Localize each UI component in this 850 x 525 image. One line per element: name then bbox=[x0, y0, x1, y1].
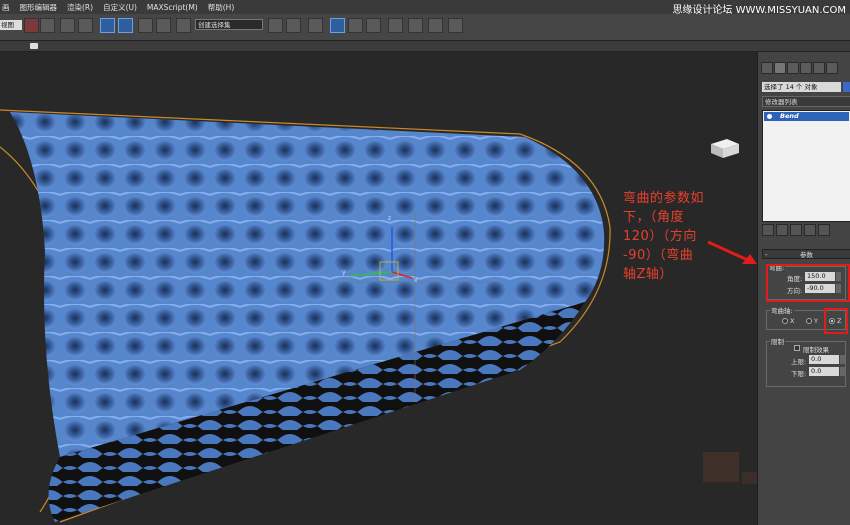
motion-tab-icon[interactable] bbox=[800, 62, 812, 74]
show-end-result-icon[interactable] bbox=[776, 224, 788, 236]
snap-toggle-icon[interactable] bbox=[138, 18, 153, 33]
svg-text:x: x bbox=[414, 277, 418, 284]
bend-axis-label: 弯曲轴: bbox=[770, 305, 794, 315]
layer-manager-icon[interactable] bbox=[308, 18, 323, 33]
undo-icon[interactable] bbox=[24, 18, 39, 33]
axis-y-radio[interactable] bbox=[806, 318, 812, 324]
svg-text:y: y bbox=[342, 269, 346, 276]
hierarchy-tab-icon[interactable] bbox=[787, 62, 799, 74]
select-by-name-icon[interactable] bbox=[118, 18, 133, 33]
display-tab-icon[interactable] bbox=[813, 62, 825, 74]
upper-limit-label: 上限: bbox=[791, 358, 807, 366]
menu-item-customize[interactable]: 自定义(U) bbox=[103, 2, 137, 13]
select-object-icon[interactable] bbox=[100, 18, 115, 33]
material-editor-icon[interactable] bbox=[388, 18, 403, 33]
create-tab-icon[interactable] bbox=[761, 62, 773, 74]
render-setup-icon[interactable] bbox=[408, 18, 423, 33]
collapse-icon: - bbox=[765, 251, 768, 259]
curve-editor-icon[interactable] bbox=[348, 18, 363, 33]
configure-sets-icon[interactable] bbox=[818, 224, 830, 236]
main-toolbar bbox=[0, 14, 850, 41]
menu-item-maxscript[interactable]: MAXScript(M) bbox=[147, 3, 198, 12]
schematic-view-icon[interactable] bbox=[366, 18, 381, 33]
ribbon-toggle-icon[interactable] bbox=[30, 43, 38, 49]
unlink-icon[interactable] bbox=[78, 18, 93, 33]
axis-x-label: X bbox=[790, 317, 795, 325]
object-color-swatch[interactable] bbox=[843, 82, 850, 92]
graphite-toggle-icon[interactable] bbox=[330, 18, 345, 33]
upper-limit-spinner[interactable]: 0.0 bbox=[809, 355, 839, 364]
rendered-frame-icon[interactable] bbox=[428, 18, 443, 33]
viewcube-icon[interactable] bbox=[705, 136, 743, 160]
lower-limit-spinner[interactable]: 0.0 bbox=[809, 367, 839, 376]
annotation-line-2: 下，（角度 bbox=[623, 210, 685, 225]
pin-stack-icon[interactable] bbox=[762, 224, 774, 236]
edit-named-selection-icon[interactable] bbox=[176, 18, 191, 33]
object-name-field[interactable]: 选择了 14 个 对象 bbox=[762, 82, 841, 92]
command-panel: 选择了 14 个 对象 修改器列表 Bend - 参数 弯曲: 角度: 150.… bbox=[757, 52, 850, 525]
menu-item-help[interactable]: 帮助(H) bbox=[208, 2, 235, 13]
annotation-line-5: 轴Z轴） bbox=[623, 267, 673, 282]
stack-item-bend[interactable]: Bend bbox=[764, 112, 849, 121]
link-icon[interactable] bbox=[60, 18, 75, 33]
menu-item-0[interactable]: 画 bbox=[2, 2, 10, 13]
named-selection-set-dropdown[interactable]: 创建选择集 bbox=[195, 19, 263, 30]
lower-limit-label: 下限: bbox=[791, 370, 807, 378]
limit-effect-checkbox[interactable] bbox=[794, 345, 800, 351]
render-production-icon[interactable] bbox=[448, 18, 463, 33]
axis-x-radio[interactable] bbox=[782, 318, 788, 324]
command-panel-tabs bbox=[758, 62, 850, 78]
stack-toolbar bbox=[762, 224, 850, 238]
stack-item-label: Bend bbox=[780, 112, 799, 120]
annotation-text: 弯曲的参数如 下，（角度 120）（方向 -90）（弯曲 轴Z轴） bbox=[623, 189, 741, 284]
utilities-tab-icon[interactable] bbox=[826, 62, 838, 74]
modify-tab-icon[interactable] bbox=[774, 62, 786, 74]
perspective-viewport[interactable]: z y x 弯曲的参数如 下，（角度 120）（方向 -90）（弯曲 轴Z轴） bbox=[0, 52, 757, 525]
limit-effect-label: 限制效果 bbox=[803, 346, 829, 354]
ribbon-bar bbox=[0, 41, 850, 52]
remove-modifier-icon[interactable] bbox=[804, 224, 816, 236]
menu-item-graph-editors[interactable]: 图形编辑器 bbox=[20, 2, 58, 13]
rollout-title: 参数 bbox=[800, 251, 813, 259]
highlight-box-axis bbox=[824, 308, 848, 334]
limits-label: 限制 bbox=[770, 336, 785, 346]
reference-coordinate-combo[interactable]: 视图 bbox=[0, 20, 22, 30]
lower-limit-arrows[interactable] bbox=[840, 367, 845, 376]
bulb-icon[interactable] bbox=[767, 114, 772, 119]
axis-y-label: Y bbox=[814, 317, 818, 325]
mirror-icon[interactable] bbox=[268, 18, 283, 33]
upper-limit-arrows[interactable] bbox=[840, 355, 845, 364]
modifier-stack[interactable]: Bend bbox=[762, 110, 850, 222]
annotation-line-4: -90）（弯曲 bbox=[623, 248, 694, 263]
parameters-rollout-header[interactable]: - 参数 bbox=[762, 249, 850, 259]
svg-text:z: z bbox=[388, 215, 391, 222]
viewport-scene: z y x bbox=[0, 109, 757, 523]
annotation-line-1: 弯曲的参数如 bbox=[623, 191, 705, 206]
annotation-line-3: 120）（方向 bbox=[623, 229, 697, 244]
align-icon[interactable] bbox=[286, 18, 301, 33]
angle-snap-icon[interactable] bbox=[156, 18, 171, 33]
highlight-box-bend bbox=[766, 264, 850, 302]
make-unique-icon[interactable] bbox=[790, 224, 802, 236]
menu-item-rendering[interactable]: 渲染(R) bbox=[67, 2, 93, 13]
modifier-list-dropdown[interactable]: 修改器列表 bbox=[762, 96, 850, 107]
redo-icon[interactable] bbox=[40, 18, 55, 33]
